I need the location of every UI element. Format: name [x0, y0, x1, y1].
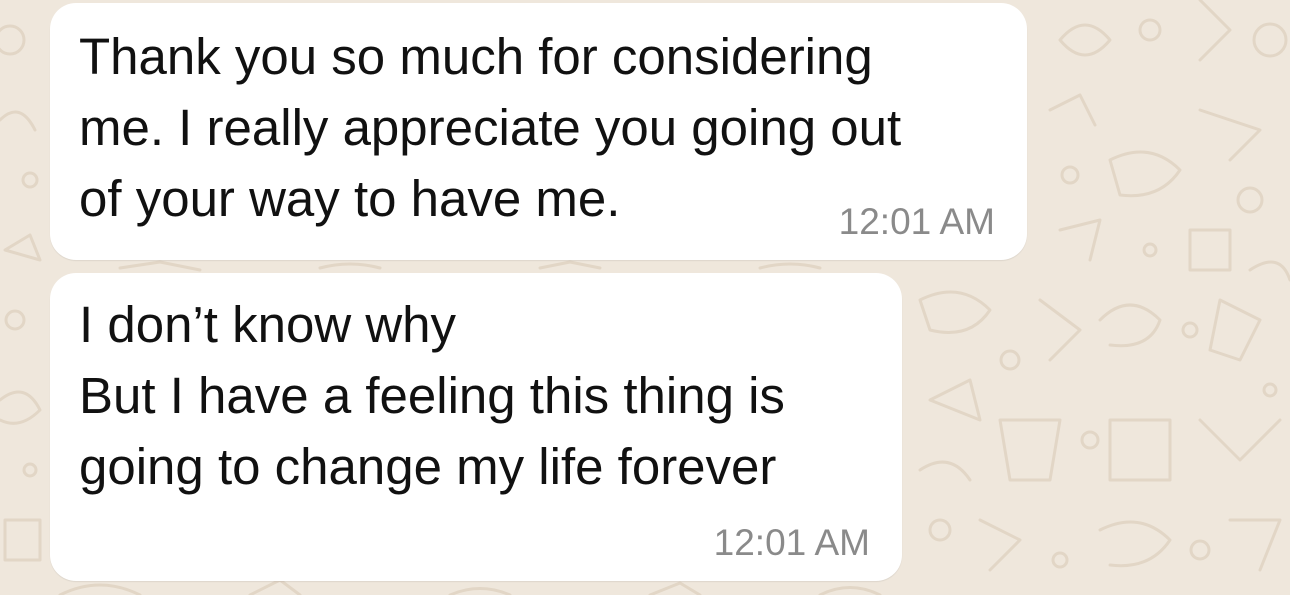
message-text: I don’t know why But I have a feeling th… — [79, 296, 785, 495]
message-bubble[interactable]: I don’t know why But I have a feeling th… — [50, 273, 902, 581]
message-timestamp: 12:01 AM — [713, 522, 870, 563]
message-timestamp: 12:01 AM — [838, 201, 995, 242]
message-bubble[interactable]: Thank you so much for considering me. I … — [50, 3, 1027, 260]
message-text: Thank you so much for considering me. I … — [79, 28, 902, 227]
